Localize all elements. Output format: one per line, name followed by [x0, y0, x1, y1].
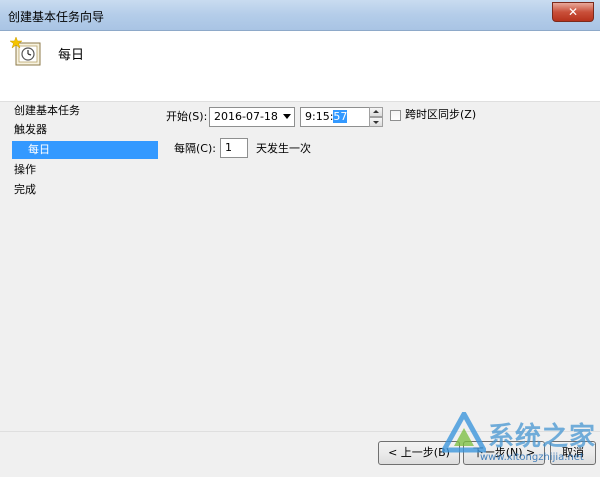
spin-down-icon[interactable]: [369, 117, 383, 127]
recur-label: 每隔(C):: [174, 142, 216, 155]
recur-input[interactable]: 1: [220, 138, 248, 158]
watermark: 系统之家 www.xitongzhijia.net: [440, 410, 598, 472]
window-title: 创建基本任务向导: [8, 10, 105, 24]
spin-up-icon[interactable]: [369, 107, 383, 117]
chevron-down-icon[interactable]: [283, 114, 291, 119]
time-spinner[interactable]: [369, 107, 383, 127]
sync-timezone-checkbox[interactable]: [390, 110, 401, 121]
close-icon: ✕: [567, 5, 579, 19]
step-action[interactable]: 操作: [14, 161, 36, 179]
title-bar: 创建基本任务向导 ✕: [0, 0, 600, 31]
recur-value: 1: [225, 141, 232, 154]
step-trigger[interactable]: 触发器: [14, 121, 47, 139]
start-label: 开始(S):: [166, 110, 208, 123]
close-button[interactable]: ✕: [552, 2, 594, 22]
start-time-prefix: 9:15:: [305, 110, 334, 123]
wizard-header: 每日: [0, 31, 600, 102]
step-create-basic-task[interactable]: 创建基本任务: [14, 102, 80, 120]
page-title: 每日: [58, 48, 85, 63]
watermark-url: www.xitongzhijia.net: [480, 452, 584, 463]
start-date-value: 2016-07-18: [214, 110, 278, 123]
recur-suffix: 天发生一次: [256, 142, 311, 155]
sync-timezone-label[interactable]: 跨时区同步(Z): [405, 106, 476, 124]
wizard-steps: 创建基本任务 触发器 每日 操作 完成: [0, 102, 160, 432]
step-daily[interactable]: 每日: [12, 141, 158, 159]
start-date-picker[interactable]: 2016-07-18: [209, 107, 295, 127]
start-time-field[interactable]: 9:15:57: [300, 107, 370, 127]
watermark-text: 系统之家: [488, 422, 597, 452]
task-clock-icon: [10, 37, 41, 66]
start-time-seconds[interactable]: 57: [333, 110, 348, 123]
watermark-logo-icon: [442, 412, 486, 453]
step-finish[interactable]: 完成: [14, 181, 36, 199]
